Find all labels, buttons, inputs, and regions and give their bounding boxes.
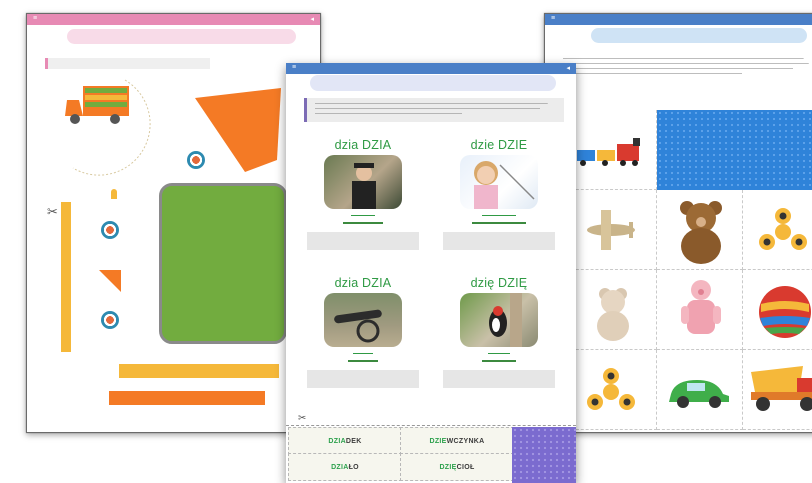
worksheet-middle: ≡ ◂ dzia DZIA dzie DZIE dzia DZIA dzię D… <box>286 63 576 483</box>
menu-icon: ≡ <box>292 64 297 71</box>
toy-cell <box>657 190 743 270</box>
worksheet-right: ≡ ✂ <box>544 13 812 433</box>
toy-cell <box>571 350 657 430</box>
worksheet-title <box>310 75 556 91</box>
purple-tile <box>512 427 576 483</box>
menu-icon: ≡ <box>33 15 38 22</box>
syllable-cell: dzia DZIA <box>300 138 426 250</box>
cut-card[interactable]: DZIE WCZYNKA <box>400 427 514 455</box>
truck-icon <box>65 79 151 176</box>
scissors-icon: ✂ <box>47 204 58 219</box>
word-uppercase <box>436 359 562 365</box>
toy-cell <box>743 350 812 430</box>
writing-box[interactable] <box>443 232 555 250</box>
word-lowercase <box>436 351 562 357</box>
syllable-cell: dzia DZIA <box>300 276 426 388</box>
fidget-spinner-icon <box>587 368 635 410</box>
word-lowercase <box>300 213 426 219</box>
photo-cannon <box>324 293 402 347</box>
teddy-bear-icon <box>680 201 722 264</box>
orange-bar <box>109 391 265 405</box>
word-lowercase <box>436 213 562 219</box>
yellow-bar <box>119 364 279 378</box>
target-circle <box>101 311 119 329</box>
plane-icon <box>587 210 635 250</box>
word-uppercase <box>436 221 562 227</box>
menu-icon: ≡ <box>551 15 556 22</box>
word-lowercase <box>300 351 426 357</box>
sheet-header-bar: ≡ <box>545 14 812 25</box>
photo-woodpecker <box>460 293 538 347</box>
arrow-icon: ◂ <box>566 65 570 72</box>
syllable-heading: dzia DZIA <box>334 276 392 290</box>
target-circle <box>101 221 119 239</box>
cut-card[interactable]: DZIA DEK <box>288 427 402 455</box>
arrow-icon: ◂ <box>310 16 314 23</box>
orange-triangle <box>99 270 121 292</box>
toy-cell <box>743 270 812 350</box>
yellow-piece <box>111 189 117 199</box>
orange-shape <box>195 88 281 172</box>
green-card <box>159 183 287 344</box>
writing-box[interactable] <box>307 370 419 388</box>
toy-cell <box>571 270 657 350</box>
train-icon <box>577 138 640 166</box>
pig-doll-icon <box>681 280 721 334</box>
toy-cell <box>657 270 743 350</box>
car-icon <box>669 380 729 408</box>
word-uppercase <box>300 359 426 365</box>
syllable-heading: dzię DZIĘ <box>470 276 528 290</box>
target-circle <box>187 151 205 169</box>
writing-box[interactable] <box>443 370 555 388</box>
photo-girl <box>460 155 538 209</box>
syllable-cell: dzie DZIE <box>436 138 562 250</box>
syllable-heading: dzie DZIE <box>470 138 528 152</box>
ball-icon <box>759 286 811 338</box>
worksheet-left: ≡ ◂ ✂ <box>26 13 321 433</box>
blue-tile <box>657 110 812 190</box>
instruction-box <box>45 58 210 69</box>
scissors-icon: ✂ <box>298 413 307 424</box>
photo-grandfather <box>324 155 402 209</box>
toy-cell <box>657 350 743 430</box>
worksheet-title <box>591 28 807 43</box>
teddy-bear-icon <box>597 288 629 341</box>
syllable-cell: dzię DZIĘ <box>436 276 562 388</box>
worksheet-title <box>67 29 296 44</box>
toy-grid <box>571 110 812 432</box>
sheet-header-bar: ≡ ◂ <box>27 14 320 25</box>
dump-truck-icon <box>751 366 812 411</box>
instruction-box <box>304 98 564 122</box>
sheet-header-bar: ≡ ◂ <box>286 63 576 74</box>
syllable-heading: dzia DZIA <box>334 138 392 152</box>
cut-line <box>286 425 576 426</box>
word-uppercase <box>300 221 426 227</box>
writing-box[interactable] <box>307 232 419 250</box>
toy-cell <box>571 190 657 270</box>
toy-cell <box>743 190 812 270</box>
fidget-spinner-icon <box>759 208 807 250</box>
instruction-text <box>563 56 812 76</box>
yellow-strip <box>61 202 71 352</box>
toy-cell <box>571 110 657 190</box>
